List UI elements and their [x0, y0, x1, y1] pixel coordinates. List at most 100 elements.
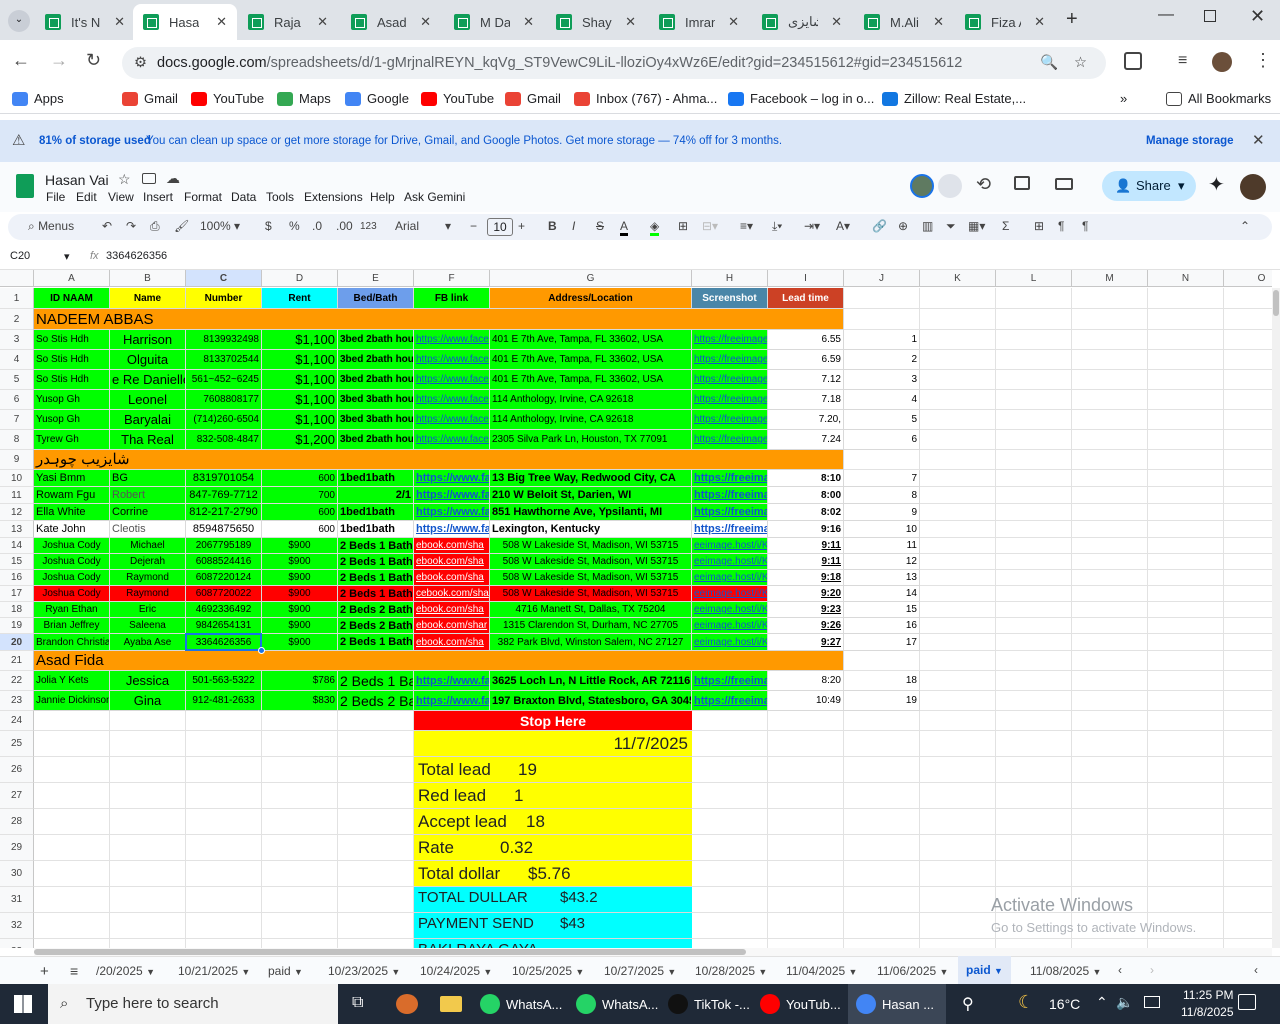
- maximize-button[interactable]: [1204, 10, 1216, 22]
- rtl-button[interactable]: ¶: [1082, 219, 1088, 233]
- cell-b18[interactable]: Eric: [110, 602, 186, 618]
- row-header[interactable]: 1: [0, 288, 34, 309]
- bookmarks-overflow-icon[interactable]: »: [1120, 91, 1127, 106]
- cell-i15[interactable]: 9:11: [768, 554, 844, 570]
- zoom-icon[interactable]: 🔍: [1040, 47, 1058, 79]
- column-header-j[interactable]: J: [844, 270, 920, 287]
- bookmark-item[interactable]: Facebook – log in o...: [728, 91, 874, 106]
- sheet-tab[interactable]: /20/2025 ▼: [96, 964, 155, 978]
- column-header-b[interactable]: B: [110, 270, 186, 287]
- column-header-g[interactable]: G: [490, 270, 692, 287]
- cell-d8[interactable]: $1,200: [262, 430, 338, 450]
- browser-tab[interactable]: Raja ✕: [238, 4, 338, 40]
- row-header[interactable]: 13: [0, 521, 34, 538]
- cell-j7[interactable]: 5: [844, 410, 920, 430]
- collapse-toolbar-icon[interactable]: ⌃: [1240, 219, 1250, 233]
- close-tab-icon[interactable]: ✕: [317, 14, 328, 30]
- row-header[interactable]: 22: [0, 671, 34, 691]
- cell-a1[interactable]: ID NAAM: [34, 288, 110, 309]
- chart-button[interactable]: ▥: [922, 219, 933, 233]
- cell-g13[interactable]: Lexington, Kentucky: [490, 521, 692, 538]
- cell-b10[interactable]: BG: [110, 470, 186, 487]
- cell-f3[interactable]: https://www.face: [414, 330, 490, 350]
- sheet-tab-menu-icon[interactable]: ▼: [294, 967, 303, 977]
- cell-h23[interactable]: https://freeima: [692, 691, 768, 711]
- cell-c6[interactable]: 7608808177: [186, 390, 262, 410]
- sheet-tab-menu-icon[interactable]: ▼: [758, 967, 767, 977]
- cell-e1[interactable]: Bed/Bath: [338, 288, 414, 309]
- row-header[interactable]: 33: [0, 939, 34, 948]
- cell-j19[interactable]: 16: [844, 618, 920, 634]
- sheet-tab[interactable]: 10/28/2025 ▼: [695, 964, 767, 978]
- cell-d18[interactable]: $900: [262, 602, 338, 618]
- row-header[interactable]: 8: [0, 430, 34, 450]
- cell-h14[interactable]: eeimage.host/i/K: [692, 538, 768, 554]
- cell-e15[interactable]: 2 Beds 1 Bath: [338, 554, 414, 570]
- cell-e19[interactable]: 2 Beds 2 Baths: [338, 618, 414, 634]
- menu-data[interactable]: Data: [231, 190, 256, 204]
- cell-g4[interactable]: 401 E 7th Ave, Tampa, FL 33602, USA: [490, 350, 692, 370]
- column-header-o[interactable]: O: [1224, 270, 1272, 287]
- bookmark-star-icon[interactable]: ☆: [1074, 47, 1087, 79]
- summary-row[interactable]: Rate 0.32: [414, 835, 692, 861]
- cell-e17[interactable]: 2 Beds 1 Bath: [338, 586, 414, 602]
- tab-search-button[interactable]: ⌄: [8, 10, 30, 32]
- cell-g8[interactable]: 2305 Silva Park Ln, Houston, TX 77091: [490, 430, 692, 450]
- merge-button[interactable]: ⊟▾: [702, 219, 718, 233]
- summary-row[interactable]: Stop Here: [414, 711, 692, 731]
- menu-ask-gemini[interactable]: Ask Gemini: [404, 190, 465, 204]
- cell-a16[interactable]: Joshua Cody: [34, 570, 110, 586]
- cell-c16[interactable]: 6087220124: [186, 570, 262, 586]
- cell-a18[interactable]: Ryan Ethan: [34, 602, 110, 618]
- cell-d3[interactable]: $1,100: [262, 330, 338, 350]
- cell-h3[interactable]: https://freeimage: [692, 330, 768, 350]
- column-header-d[interactable]: D: [262, 270, 338, 287]
- horizontal-scroll-thumb[interactable]: [34, 949, 746, 955]
- column-header-n[interactable]: N: [1148, 270, 1224, 287]
- decrease-decimal-button[interactable]: .0: [312, 219, 322, 233]
- cell-h1[interactable]: Screenshot: [692, 288, 768, 309]
- sheet-tab[interactable]: 10/25/2025 ▼: [512, 964, 584, 978]
- redo-icon[interactable]: ↷: [126, 219, 136, 233]
- borders-button[interactable]: ⊞: [678, 219, 688, 233]
- menu-extensions[interactable]: Extensions: [304, 190, 363, 204]
- cell-d15[interactable]: $900: [262, 554, 338, 570]
- close-tab-icon[interactable]: ✕: [625, 14, 636, 30]
- close-window-button[interactable]: ✕: [1250, 6, 1265, 27]
- share-dropdown-icon[interactable]: ▾: [1178, 171, 1185, 201]
- close-tab-icon[interactable]: ✕: [831, 14, 842, 30]
- cell-j10[interactable]: 7: [844, 470, 920, 487]
- cell-f15[interactable]: ebook.com/sha: [414, 554, 490, 570]
- clock-time[interactable]: 11:25 PM: [1183, 988, 1233, 1002]
- row-header[interactable]: 25: [0, 731, 34, 757]
- cell-h6[interactable]: https://freeimage: [692, 390, 768, 410]
- cell-j15[interactable]: 12: [844, 554, 920, 570]
- cell-e14[interactable]: 2 Beds 1 Bath: [338, 538, 414, 554]
- cell-a3[interactable]: So Stis Hdh: [34, 330, 110, 350]
- cell-a6[interactable]: Yusop Gh: [34, 390, 110, 410]
- cell-i6[interactable]: 7.18: [768, 390, 844, 410]
- cell-g10[interactable]: 13 Big Tree Way, Redwood City, CA: [490, 470, 692, 487]
- browser-menu-icon[interactable]: ⋮: [1254, 50, 1272, 71]
- cell-i3[interactable]: 6.55: [768, 330, 844, 350]
- column-header-m[interactable]: M: [1072, 270, 1148, 287]
- site-info-icon[interactable]: ⚙: [134, 47, 147, 79]
- browser-tab[interactable]: It's N ✕: [35, 4, 135, 40]
- move-folder-icon[interactable]: [142, 173, 156, 184]
- close-tab-icon[interactable]: ✕: [933, 14, 944, 30]
- cell-j11[interactable]: 8: [844, 487, 920, 504]
- row-header[interactable]: 28: [0, 809, 34, 835]
- sheet-tab[interactable]: 10/21/2025 ▼: [178, 964, 250, 978]
- cell-j6[interactable]: 4: [844, 390, 920, 410]
- reload-button[interactable]: ↻: [86, 50, 101, 71]
- more-formats-button[interactable]: 123: [360, 221, 377, 232]
- cell-j14[interactable]: 11: [844, 538, 920, 554]
- row-header[interactable]: 27: [0, 783, 34, 809]
- history-icon[interactable]: ⟲: [976, 174, 991, 195]
- cell-c7[interactable]: (714)260-6504: [186, 410, 262, 430]
- cell-a2[interactable]: NADEEM ABBAS: [34, 309, 844, 330]
- comment-button[interactable]: ⊕: [898, 219, 908, 233]
- currency-button[interactable]: $: [265, 219, 272, 233]
- browser-tab[interactable]: Fiza A ✕: [955, 4, 1055, 40]
- cell-d4[interactable]: $1,100: [262, 350, 338, 370]
